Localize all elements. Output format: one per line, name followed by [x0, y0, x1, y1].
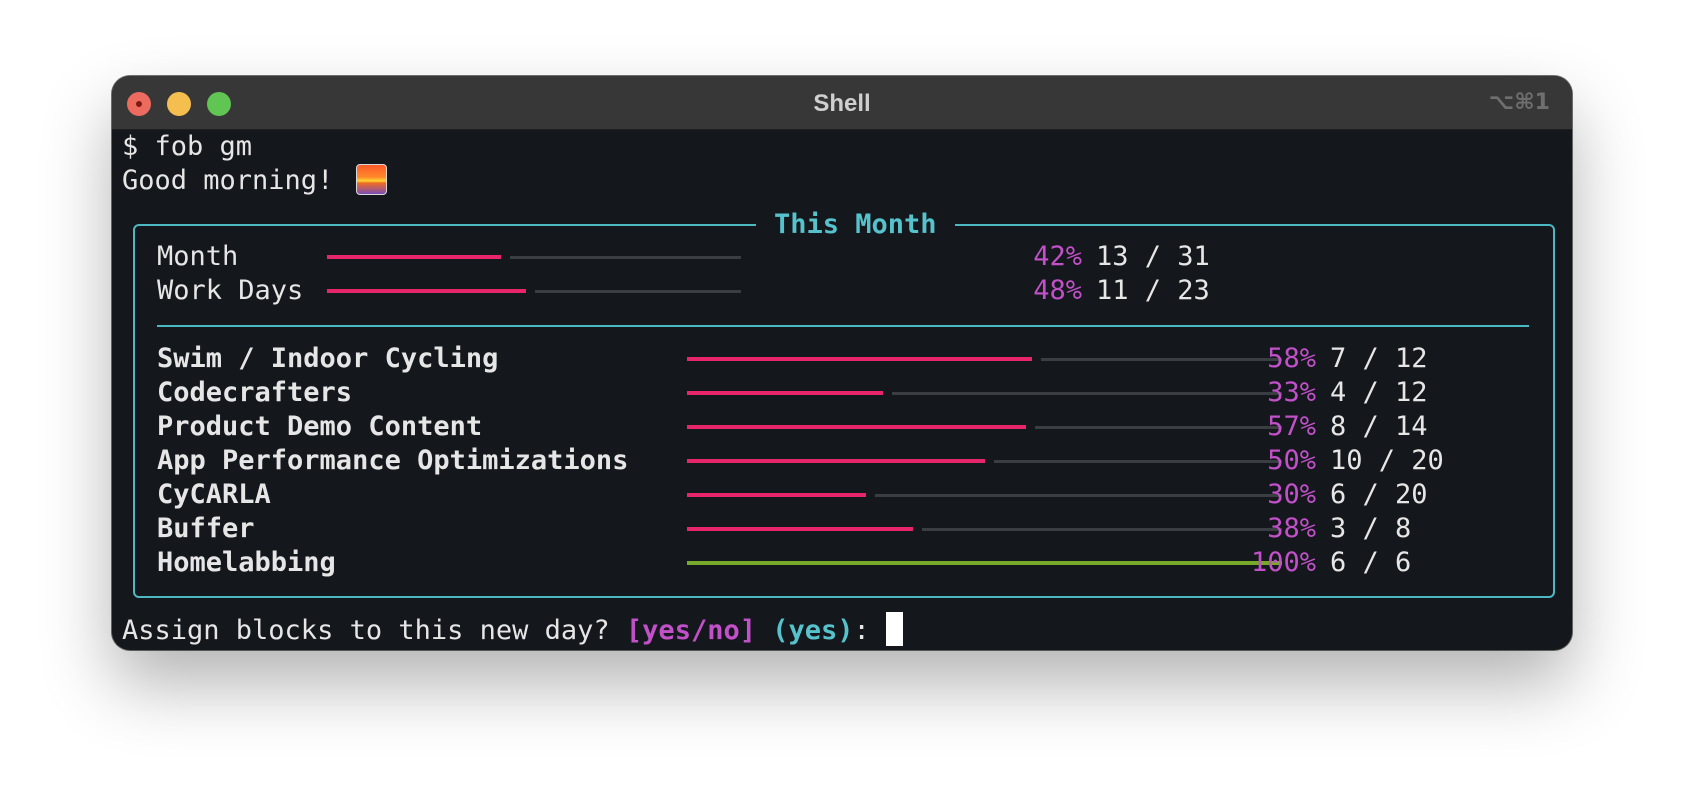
progress-bar-fill — [687, 527, 913, 531]
goal-row-label: Swim / Indoor Cycling — [157, 343, 499, 374]
window-shortcut: ⌥⌘1 — [1488, 90, 1550, 115]
goal-row-label: Codecrafters — [157, 377, 353, 408]
prompt-question: Assign blocks to this new day? — [122, 615, 626, 646]
goal-row: Homelabbing 100% 6 / 6 — [135, 546, 1553, 580]
panel-divider — [157, 325, 1529, 327]
summary-row-label: Work Days — [157, 275, 304, 306]
summary-row-label: Month — [157, 241, 239, 272]
greeting-text: Good morning! — [122, 165, 334, 196]
progress-bar-fill — [687, 425, 1026, 429]
percent-value: 33% — [1267, 377, 1316, 408]
progress-bar-fill — [687, 493, 866, 497]
summary-row: Month 42% 13 / 31 — [135, 240, 1553, 274]
goal-row: Codecrafters 33% 4 / 12 — [135, 376, 1553, 410]
terminal-window: Shell ⌥⌘1 $ fob gm Good morning! This Mo… — [112, 76, 1572, 650]
goal-row-label: Buffer — [157, 513, 255, 544]
goal-row-label: App Performance Optimizations — [157, 445, 629, 476]
sunrise-icon — [355, 163, 387, 195]
progress-bar-track — [510, 256, 741, 259]
count-value: 11 / 23 — [1096, 275, 1210, 306]
goal-row: Product Demo Content 57% 8 / 14 — [135, 410, 1553, 444]
greeting-line: Good morning! — [122, 163, 387, 198]
progress-bar-track — [535, 290, 741, 293]
count-value: 13 / 31 — [1096, 241, 1210, 272]
goal-row-label: Product Demo Content — [157, 411, 483, 442]
goal-row-label: CyCARLA — [157, 479, 271, 510]
count-value: 4 / 12 — [1330, 377, 1428, 408]
assign-prompt[interactable]: Assign blocks to this new day? [yes/no] … — [122, 611, 904, 648]
prompt-suffix: : — [853, 615, 887, 646]
percent-value: 48% — [1033, 275, 1082, 306]
summary-row: Work Days 48% 11 / 23 — [135, 274, 1553, 308]
text-cursor — [886, 611, 904, 646]
percent-value: 100% — [1250, 547, 1316, 578]
title-bar: Shell ⌥⌘1 — [112, 76, 1572, 130]
percent-value: 30% — [1267, 479, 1316, 510]
percent-value: 58% — [1267, 343, 1316, 374]
goal-row: App Performance Optimizations 50% 10 / 20 — [135, 444, 1553, 478]
count-value: 10 / 20 — [1330, 445, 1444, 476]
progress-bar-fill — [327, 255, 501, 259]
progress-bar-fill — [687, 459, 985, 463]
progress-bar-fill — [687, 391, 883, 395]
goal-row: Swim / Indoor Cycling 58% 7 / 12 — [135, 342, 1553, 376]
count-value: 7 / 12 — [1330, 343, 1428, 374]
progress-bar-fill — [327, 289, 526, 293]
panel-title: This Month — [756, 210, 955, 240]
percent-value: 42% — [1033, 241, 1082, 272]
month-panel: This Month Month 42% 13 / 31 Work Days 48% 11… — [133, 210, 1555, 598]
percent-value: 50% — [1267, 445, 1316, 476]
goal-row: Buffer 38% 3 / 8 — [135, 512, 1553, 546]
goal-row-label: Homelabbing — [157, 547, 336, 578]
progress-bar-fill — [687, 561, 1282, 565]
goal-row: CyCARLA 30% 6 / 20 — [135, 478, 1553, 512]
count-value: 8 / 14 — [1330, 411, 1428, 442]
prompt-default: (yes) — [772, 615, 854, 646]
count-value: 6 / 6 — [1330, 547, 1412, 578]
count-value: 6 / 20 — [1330, 479, 1428, 510]
progress-bar-fill — [687, 357, 1032, 361]
percent-value: 38% — [1267, 513, 1316, 544]
prompt-options: [yes/no] — [625, 615, 756, 646]
count-value: 3 / 8 — [1330, 513, 1412, 544]
percent-value: 57% — [1267, 411, 1316, 442]
window-title: Shell — [813, 90, 871, 117]
command-line: $ fob gm — [122, 131, 253, 162]
